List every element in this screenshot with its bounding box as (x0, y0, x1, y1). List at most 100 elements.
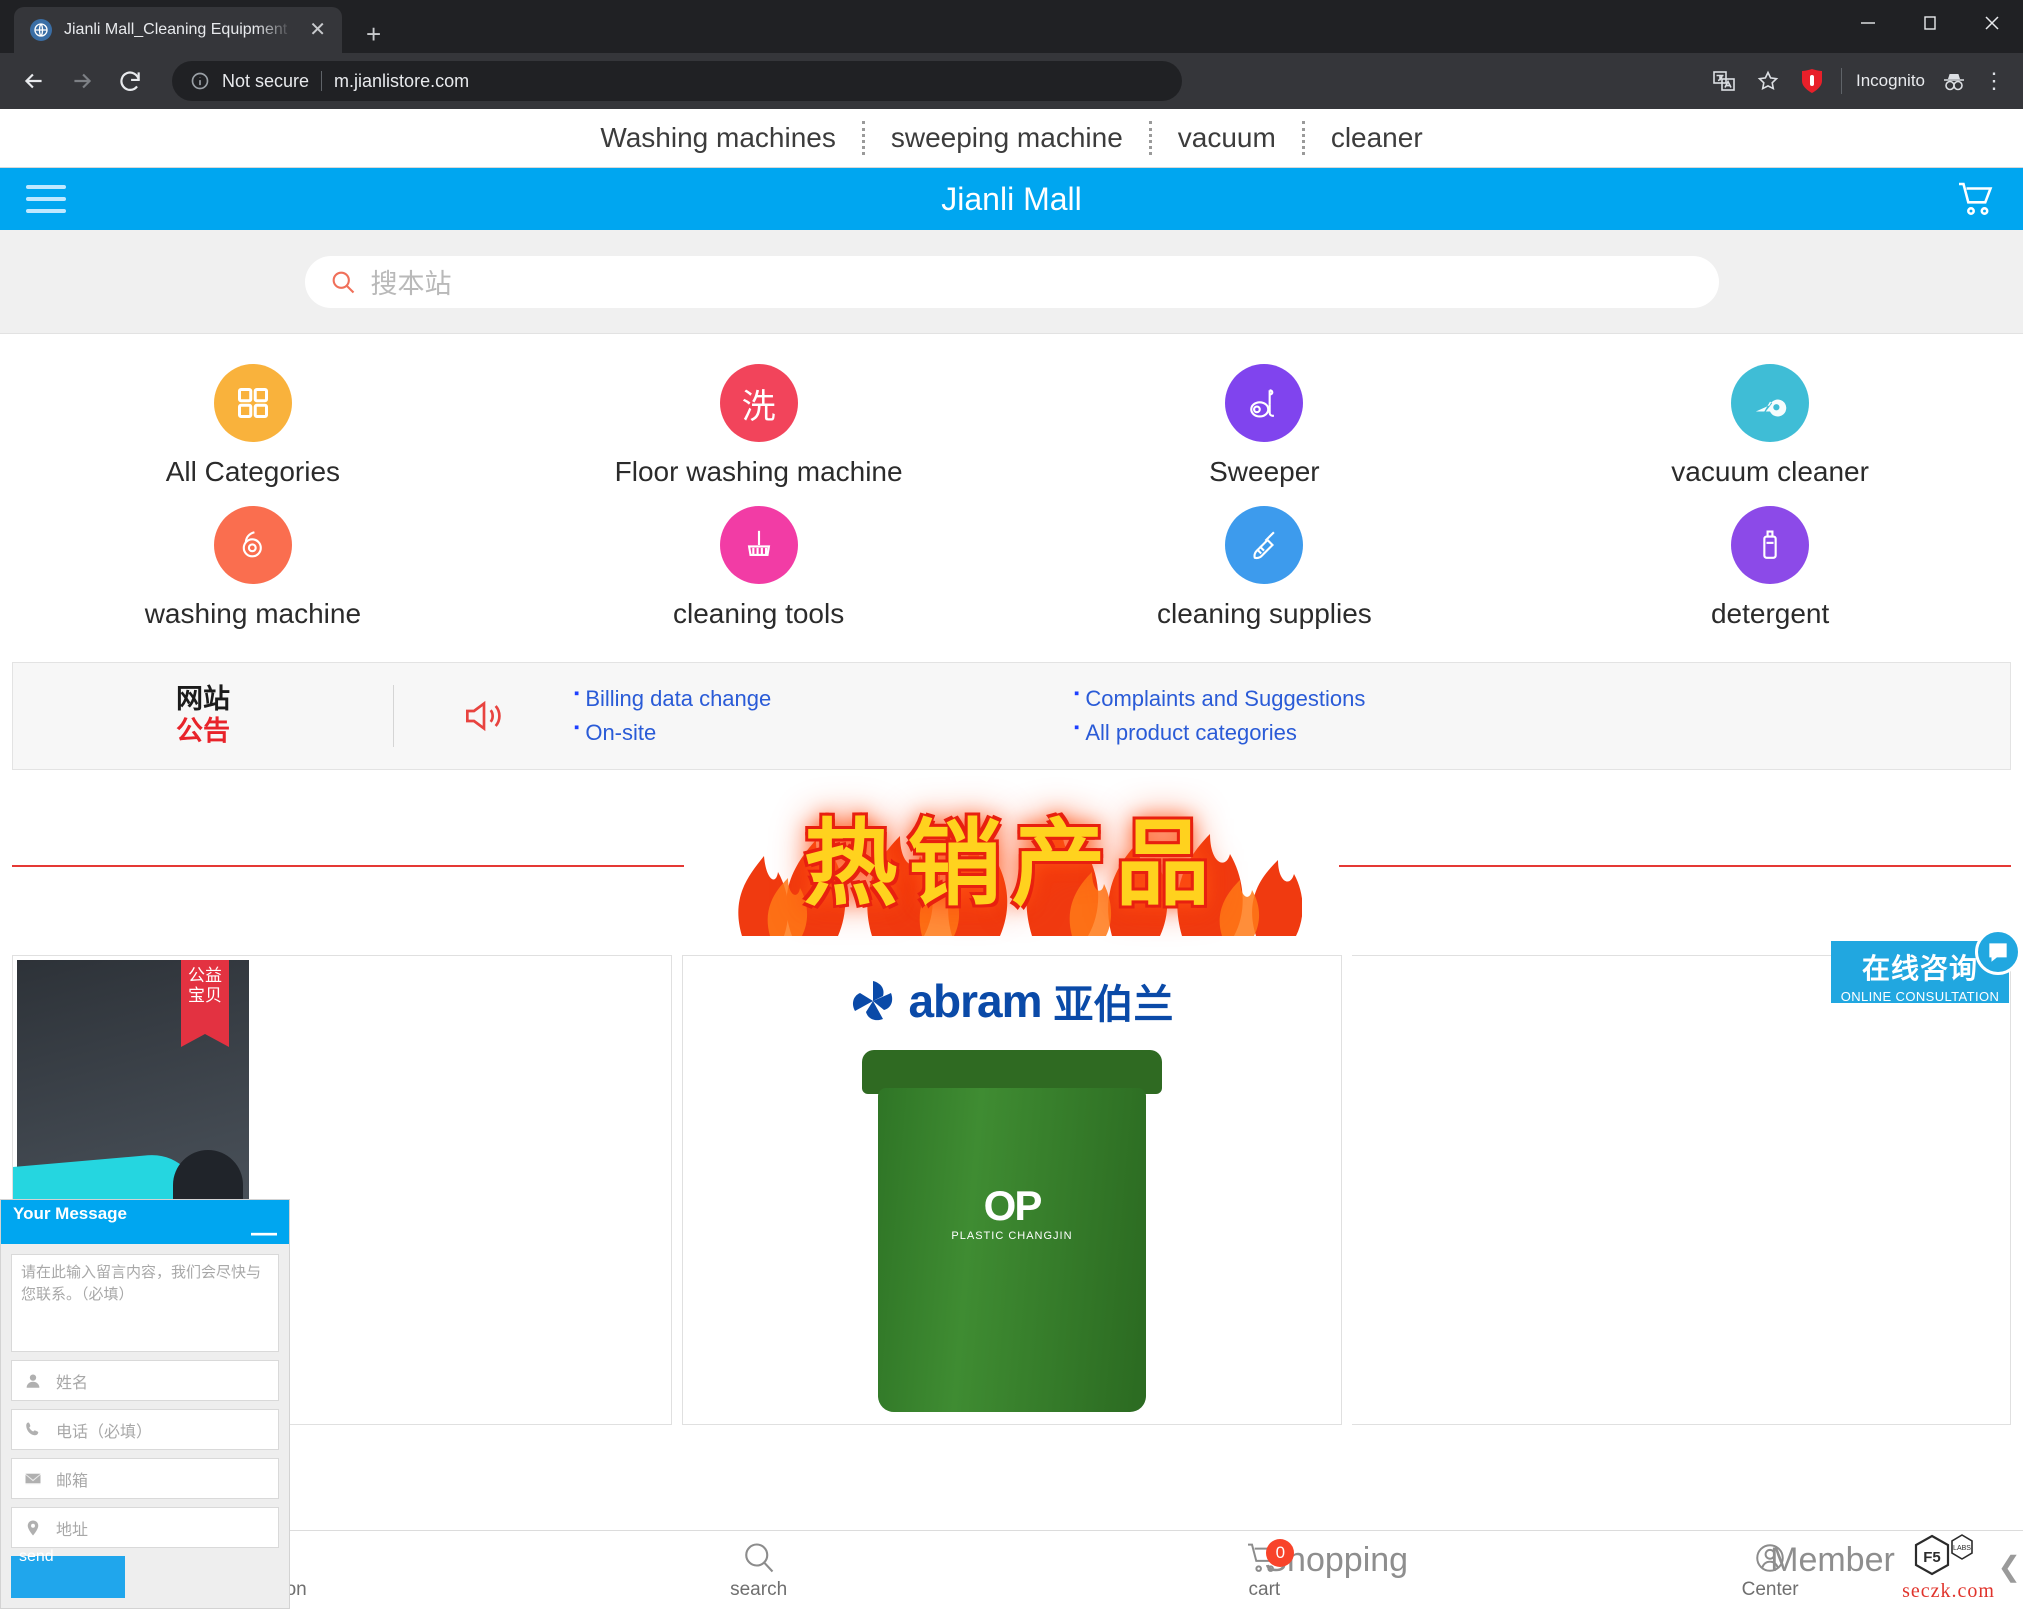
close-tab-icon[interactable]: ✕ (305, 18, 330, 42)
category-label: vacuum cleaner (1671, 456, 1869, 488)
minimize-icon[interactable]: — (251, 1221, 277, 1244)
chat-bubble-icon[interactable] (1975, 929, 2021, 975)
category-floor-washing-machine[interactable]: 洗 Floor washing machine (506, 364, 1012, 488)
info-icon (190, 71, 210, 91)
announcement-link-label[interactable]: All product categories (1085, 720, 1297, 746)
bookmark-star-icon[interactable] (1753, 66, 1783, 96)
announcement-link[interactable]: ▪ Billing data change (574, 686, 1074, 712)
category-label: washing machine (145, 598, 361, 630)
category-grid: All Categories 洗 Floor washing machine S… (0, 334, 2023, 652)
consultation-title-en: ONLINE CONSULTATION (1831, 989, 2009, 1004)
user-icon (24, 1372, 44, 1390)
tabbar-item-search[interactable]: search (506, 1531, 1012, 1609)
close-window-icon[interactable] (1961, 0, 2023, 46)
extension-shield-icon[interactable] (1797, 66, 1827, 96)
announcement-column-1: ▪ Billing data change ▪ On-site (574, 686, 1074, 746)
washer-icon (214, 506, 292, 584)
message-widget-body: 请在此输入留言内容，我们会尽快与您联系。（必填） 姓名 电话（必填） (1, 1244, 289, 1608)
category-label: cleaning tools (673, 598, 844, 630)
announcement-link[interactable]: ▪ All product categories (1074, 720, 1714, 746)
product-card-empty[interactable] (1352, 955, 2011, 1425)
category-cleaning-supplies[interactable]: cleaning supplies (1012, 506, 1518, 630)
product-image: OP PLASTIC CHANGJIN (683, 1032, 1341, 1412)
vacuum-canister-icon (1731, 364, 1809, 442)
maximize-icon[interactable] (1899, 0, 1961, 46)
product-row: 公益 宝贝 abram A550B (0, 955, 2023, 1425)
message-widget-header: Your Message — (1, 1200, 289, 1244)
category-cleaning-tools[interactable]: cleaning tools (506, 506, 1012, 630)
announcement-badge: 网站 公告 (13, 684, 393, 748)
search-placeholder: 搜本站 (371, 262, 452, 301)
search-input[interactable]: 搜本站 (305, 256, 1719, 308)
category-label: detergent (1711, 598, 1829, 630)
new-tab-button[interactable]: + (366, 21, 381, 47)
bullet-icon: ▪ (574, 686, 579, 703)
url-text: m.jianlistore.com (334, 71, 469, 92)
bin-logo-text: OP (951, 1182, 1072, 1230)
translate-icon[interactable] (1709, 66, 1739, 96)
toolbar-actions: Incognito ⋮ (1709, 66, 2009, 96)
window-controls (1837, 0, 2023, 46)
charity-ribbon-badge: 公益 宝贝 (181, 960, 229, 1034)
tabbar-item-cart[interactable]: Shopping 0 cart (1012, 1531, 1518, 1609)
hamburger-icon[interactable] (26, 185, 66, 213)
address-field[interactable]: 地址 (11, 1507, 279, 1548)
message-widget-title: Your Message (13, 1204, 127, 1224)
name-placeholder: 姓名 (56, 1369, 88, 1393)
site-top-nav: Washing machines sweeping machine vacuum… (0, 109, 2023, 168)
topnav-item-washing-machines[interactable]: Washing machines (574, 122, 862, 154)
address-bar[interactable]: Not secure m.jianlistore.com (172, 61, 1182, 101)
incognito-label: Incognito (1856, 71, 1925, 91)
phone-placeholder: 电话（必填） (56, 1418, 152, 1442)
message-widget: Your Message — 请在此输入留言内容，我们会尽快与您联系。（必填） … (0, 1199, 290, 1609)
announcement-link[interactable]: ▪ On-site (574, 720, 1074, 746)
back-icon[interactable] (14, 61, 54, 101)
phone-field[interactable]: 电话（必填） (11, 1409, 279, 1450)
tabbar-label: Center (1742, 1579, 1799, 1601)
topnav-item-sweeping-machine[interactable]: sweeping machine (865, 122, 1149, 154)
hot-products-title: 热销产品 (803, 788, 1219, 924)
announcement-link-label[interactable]: Billing data change (585, 686, 771, 712)
category-label: cleaning supplies (1157, 598, 1372, 630)
message-textarea[interactable]: 请在此输入留言内容，我们会尽快与您联系。（必填） (11, 1254, 279, 1352)
ribbon-line2: 宝贝 (181, 987, 229, 1007)
watermark: F5 LABS seczk.com (1902, 1532, 1995, 1603)
announcement-badge-line1: 网站 (13, 684, 393, 716)
address-placeholder: 地址 (56, 1516, 88, 1540)
category-sweeper[interactable]: Sweeper (1012, 364, 1518, 488)
chevron-left-icon[interactable]: ❮ (1998, 1550, 2021, 1583)
envelope-icon (24, 1470, 44, 1488)
product-card-trash-bin[interactable]: abram 亚伯兰 OP PLASTIC CHANGJIN (682, 955, 1342, 1425)
name-field[interactable]: 姓名 (11, 1360, 279, 1401)
minimize-icon[interactable] (1837, 0, 1899, 46)
announcement-link-label[interactable]: On-site (585, 720, 656, 746)
bullet-icon: ▪ (574, 720, 579, 737)
announcement-link[interactable]: ▪ Complaints and Suggestions (1074, 686, 1714, 712)
category-detergent[interactable]: detergent (1517, 506, 2023, 630)
reload-icon[interactable] (110, 61, 150, 101)
incognito-icon[interactable] (1939, 66, 1969, 96)
category-all-categories[interactable]: All Categories (0, 364, 506, 488)
category-vacuum-cleaner[interactable]: vacuum cleaner (1517, 364, 2023, 488)
topnav-item-cleaner[interactable]: cleaner (1305, 122, 1449, 154)
browser-menu-icon[interactable]: ⋮ (1983, 74, 2005, 87)
broom-flat-icon (720, 506, 798, 584)
grid-icon (214, 364, 292, 442)
category-washing-machine[interactable]: washing machine (0, 506, 506, 630)
shopping-cart-icon[interactable] (1957, 181, 1997, 217)
announcement-column-2: ▪ Complaints and Suggestions ▪ All produ… (1074, 686, 1714, 746)
forward-icon[interactable] (62, 61, 102, 101)
announcement-badge-line2: 公告 (13, 716, 393, 748)
wash-character-icon: 洗 (720, 364, 798, 442)
divider (1841, 68, 1842, 94)
bottom-tab-bar: classification search Shopping 0 (0, 1530, 2023, 1609)
globe-icon (30, 19, 52, 41)
send-button[interactable]: send (11, 1556, 125, 1598)
topnav-item-vacuum[interactable]: vacuum (1152, 122, 1302, 154)
page-content: Washing machines sweeping machine vacuum… (0, 109, 2023, 1609)
browser-tab[interactable]: Jianli Mall_Cleaning Equipment C ✕ (14, 7, 342, 53)
announcement-link-label[interactable]: Complaints and Suggestions (1085, 686, 1365, 712)
email-field[interactable]: 邮箱 (11, 1458, 279, 1499)
online-consultation-widget[interactable]: 在线咨询 ONLINE CONSULTATION (1831, 941, 2009, 1003)
security-status: Not secure (222, 71, 309, 92)
